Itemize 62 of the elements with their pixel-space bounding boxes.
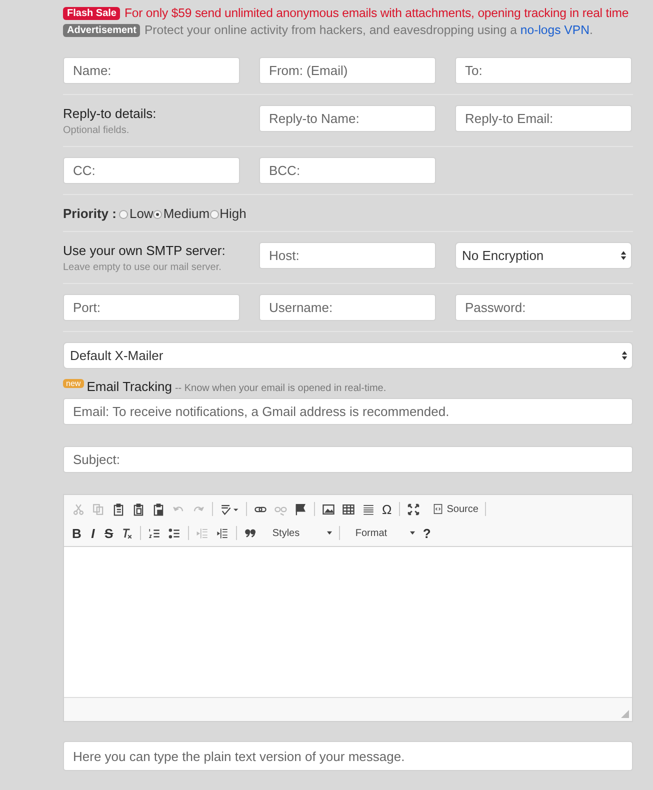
radio-button[interactable]: [210, 210, 219, 218]
section-hint: -- Know when your email is opened in real-time.: [174, 383, 386, 394]
input-field[interactable]: To:: [455, 57, 632, 84]
lines-icon[interactable]: [362, 502, 375, 516]
priority-label: Priority :: [63, 206, 116, 220]
toolbar-button[interactable]: B: [72, 526, 82, 540]
quote-icon[interactable]: [244, 526, 258, 540]
input-field[interactable]: CC:: [63, 157, 240, 184]
vpn-link[interactable]: no-logs VPN: [520, 23, 590, 37]
input-field[interactable]: Reply-to Name:: [259, 105, 436, 132]
image-icon[interactable]: [322, 502, 335, 516]
section-label: Use your own SMTP server:: [63, 243, 226, 258]
radio-button[interactable]: [119, 210, 128, 218]
promo-badge: Advertisement: [63, 24, 140, 36]
numbered-list-icon[interactable]: [148, 526, 162, 540]
input-field[interactable]: Username:: [259, 294, 436, 321]
indent-icon[interactable]: [216, 526, 230, 540]
promo-badge: Flash Sale: [63, 6, 120, 20]
plain-text-field[interactable]: Here you can type the plain text version of your message.: [63, 741, 633, 771]
email-field[interactable]: Email: To receive notifications, a Gmail address is recommended.: [63, 398, 633, 425]
promo-text: For only $59 send unlimited anonymous emails with attachments, opening tracking in real time: [124, 6, 629, 20]
radio-label[interactable]: Low: [129, 206, 154, 220]
paste-word-icon[interactable]: [152, 502, 165, 516]
section-label: Email Tracking: [86, 379, 172, 394]
bulleted-list-icon[interactable]: [168, 526, 182, 540]
toolbar-dropdown[interactable]: Format: [347, 528, 416, 538]
paste-icon[interactable]: [112, 502, 125, 516]
section-note: Leave empty to use our mail server.: [63, 262, 222, 273]
toolbar-button[interactable]: Ω: [382, 502, 392, 516]
subject-field[interactable]: Subject:: [63, 446, 633, 473]
spellcheck-icon[interactable]: [220, 502, 239, 516]
input-field[interactable]: BCC:: [259, 157, 436, 184]
radio-button[interactable]: [153, 210, 162, 218]
caret-icon: [327, 531, 332, 535]
table-icon[interactable]: [342, 502, 355, 516]
input-field[interactable]: From: (Email): [259, 57, 436, 84]
input-field[interactable]: Password:: [455, 294, 632, 321]
input-field[interactable]: Port:: [63, 294, 240, 321]
new-badge: new: [63, 379, 84, 388]
caret-icon: [410, 531, 416, 535]
input-field[interactable]: Name:: [63, 57, 240, 84]
section-label: Reply-to details:: [63, 106, 158, 121]
input-field[interactable]: Reply-to Email:: [455, 105, 632, 132]
resize-grip-icon[interactable]: [621, 710, 629, 718]
x-mailer-select[interactable]: Default X-Mailer: [63, 342, 633, 369]
paste-text-icon[interactable]: [132, 502, 145, 516]
up-down-arrows-icon: [621, 350, 628, 361]
toolbar-button[interactable]: I: [88, 526, 98, 540]
radio-label[interactable]: Medium: [163, 206, 210, 220]
source-button[interactable]: Source: [426, 504, 478, 514]
input-field[interactable]: Host:: [259, 242, 436, 269]
up-down-arrows-icon: [620, 250, 627, 261]
toolbar-button[interactable]: ?: [422, 526, 432, 540]
radio-label[interactable]: High: [220, 206, 246, 220]
section-note: Optional fields.: [63, 125, 130, 136]
encryption-select[interactable]: No Encryption: [455, 242, 632, 269]
expand-icon[interactable]: [406, 502, 420, 516]
code-document-icon: [432, 504, 443, 514]
toolbar-dropdown[interactable]: Styles: [264, 528, 332, 538]
toolbar-button[interactable]: S: [104, 526, 114, 540]
flag-icon[interactable]: [294, 502, 307, 516]
promo-text: Protect your online activity from hackers, and eavesdropping using a no-logs VPN.: [144, 23, 593, 37]
